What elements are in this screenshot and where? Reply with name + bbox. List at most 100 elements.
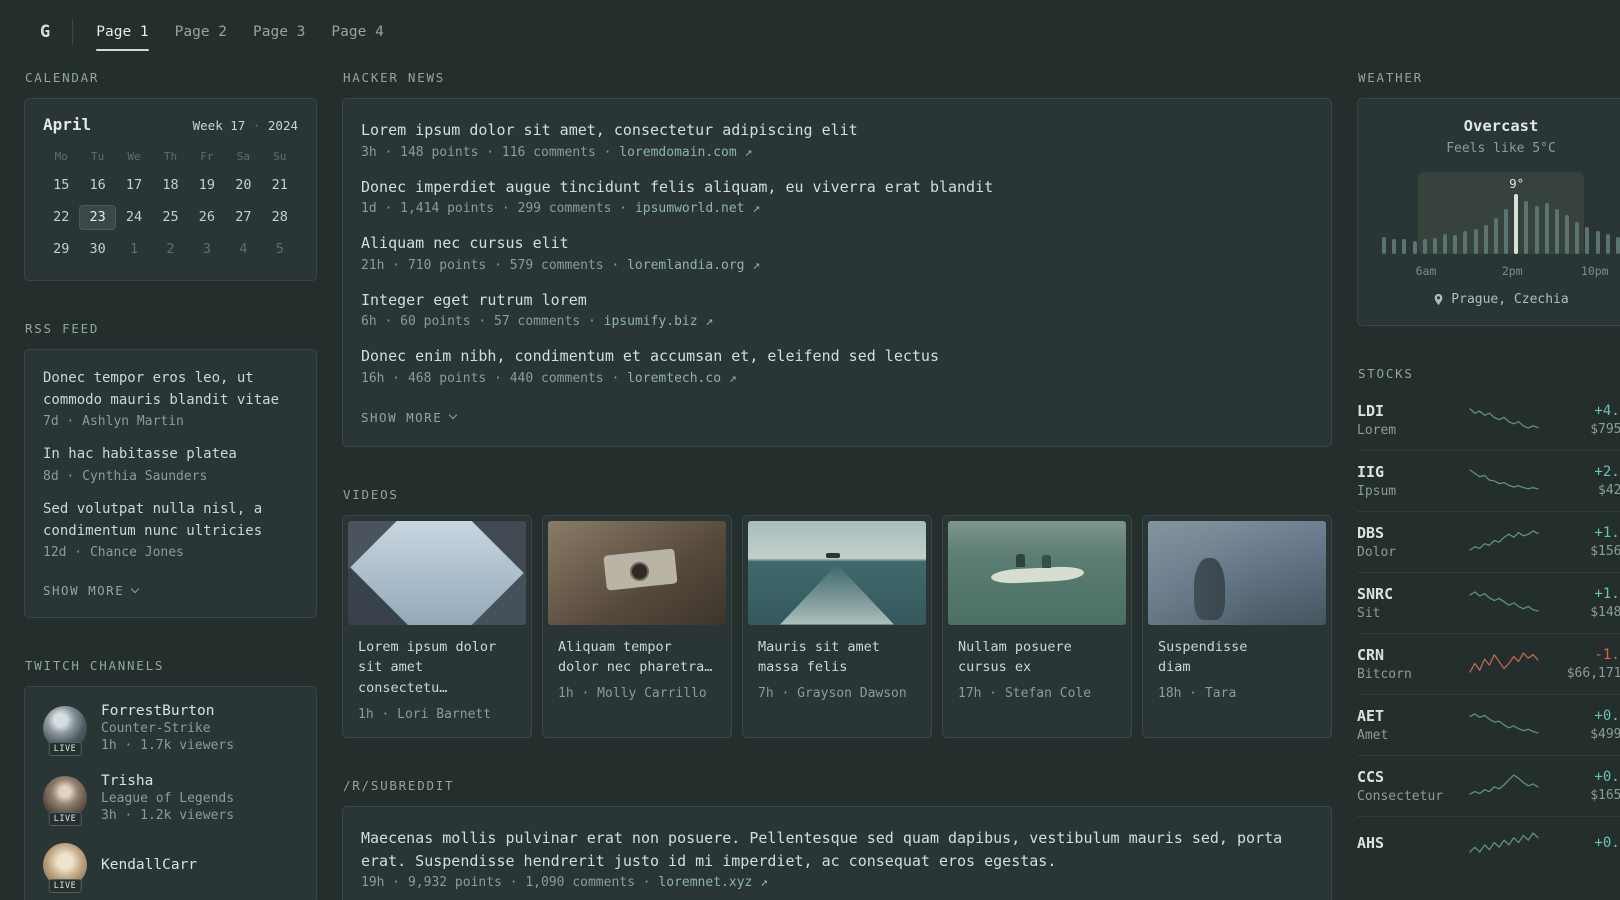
video-card[interactable]: Lorem ipsum dolor sit amet consectetu… 1h… <box>342 514 532 739</box>
temperature-bar <box>1585 227 1590 254</box>
calendar-card: April Week 17 · 2024 Mo Tu We Th Fr Sa Su 15 16… <box>24 98 317 281</box>
temperature-bar <box>1554 209 1559 254</box>
rss-item-title[interactable]: In hac habitasse platea <box>43 444 298 466</box>
stock-row[interactable]: SNRC Sit +1.36% $148.64 <box>1357 572 1620 633</box>
hackernews-source-link[interactable]: ipsumify.biz <box>604 314 698 329</box>
hackernews-item: Lorem ipsum dolor sit amet, consectetur … <box>361 119 1313 160</box>
stock-row[interactable]: DBS Dolor +1.42% $156.28 <box>1357 511 1620 572</box>
tab-page-1[interactable]: Page 1 <box>83 16 161 51</box>
stock-row[interactable]: CRN Bitcorn -1.00% $66,171.48 <box>1357 633 1620 694</box>
stock-ticker: AHS <box>1357 833 1385 852</box>
stock-row[interactable]: AHS +0.46% <box>1357 816 1620 871</box>
channel-info: KendallCarr <box>101 857 197 873</box>
dashboard-grid: CALENDAR April Week 17 · 2024 Mo Tu We Th Fr… <box>0 58 1620 900</box>
temperature-bar <box>1605 234 1610 254</box>
calendar-header: April Week 17 · 2024 <box>43 115 298 134</box>
stock-name: Lorem <box>1357 423 1397 438</box>
hackernews-source-link[interactable]: loremdomain.com <box>619 145 736 160</box>
channel-name[interactable]: Trisha <box>101 773 234 789</box>
hackernews-source-link[interactable]: loremlandia.org <box>627 258 744 273</box>
temperature-bar <box>1615 237 1620 254</box>
video-card[interactable]: Nullam posuere cursus ex 17h · Stefan Col… <box>942 514 1132 739</box>
hackernews-item-title[interactable]: Donec imperdiet augue tincidunt felis al… <box>361 176 1313 199</box>
channel-meta: 1h · 1.7k viewers <box>101 738 235 754</box>
hackernews-item: Aliquam nec cursus elit 21h · 710 points … <box>361 232 1313 273</box>
rss-show-more-button[interactable]: SHOW MORE <box>43 583 140 598</box>
channel-info: ForrestBurton Counter-Strike 1h · 1.7k vie… <box>101 703 234 753</box>
stock-identity: DBS Dolor <box>1357 524 1469 560</box>
stock-name: Sit <box>1357 606 1381 621</box>
stock-row[interactable]: LDI Lorem +4.35% $795.18 <box>1357 390 1620 450</box>
hackernews-item-title[interactable]: Integer eget rutrum lorem <box>361 289 1313 312</box>
rss-item-title[interactable]: Donec tempor eros leo, ut commodo mauris… <box>43 368 298 411</box>
video-card[interactable]: Mauris sit amet massa felis 7h · Grayson … <box>742 514 932 739</box>
stock-ticker: DBS <box>1357 524 1385 542</box>
calendar-day: 19 <box>198 177 216 193</box>
video-meta: 18h · Tara <box>1158 686 1237 702</box>
video-card[interactable]: Aliquam tempor dolor nec pharetra… 1h · M… <box>542 514 732 739</box>
temperature-bar <box>1402 239 1407 254</box>
hackernews-item-meta: 1d · 1,414 points · 299 comments · ipsum… <box>361 201 1313 216</box>
rss-widget: RSS FEED Donec tempor eros leo, ut commo… <box>24 321 317 619</box>
hackernews-item-title[interactable]: Lorem ipsum dolor sit amet, consectetur … <box>361 119 1313 142</box>
stocks-list: LDI Lorem +4.35% $795.18 IIG Ipsum +2.84% $42.0… <box>1357 390 1620 871</box>
calendar-day: 30 <box>89 241 106 257</box>
stock-price: $165.84 <box>1590 788 1620 803</box>
temperature-bar <box>1575 222 1580 254</box>
subreddit-item-title[interactable]: Maecenas mollis pulvinar erat non posuer… <box>361 827 1313 872</box>
app-logo[interactable]: G <box>40 19 74 45</box>
video-title: Aliquam tempor dolor nec pharetra… <box>558 638 713 676</box>
temperature-bars <box>1382 194 1620 254</box>
video-card[interactable]: Suspendisse diam 18h · Tara <box>1142 514 1332 739</box>
right-column: WEATHER Overcast Feels like 5°C 9° 6am 2pm… <box>1357 70 1620 900</box>
twitch-channel[interactable]: LIVE Trisha League of Legends 3h · 1.2k vie… <box>43 773 298 827</box>
calendar-day-header: Tu <box>91 150 105 163</box>
rss-item-meta: 12d · Chance Jones <box>43 545 184 561</box>
calendar-day-selected: 23 <box>79 205 116 230</box>
hackernews-item-title[interactable]: Aliquam nec cursus elit <box>361 232 1313 255</box>
calendar-day: 21 <box>271 177 288 193</box>
calendar-day: 3 <box>202 241 211 257</box>
post-meta-text: 21h · 710 points · 579 comments · <box>361 257 628 273</box>
stock-ticker: IIG <box>1357 463 1385 481</box>
videos-widget: VIDEOS Lorem ipsum dolor sit amet consec… <box>342 487 1332 739</box>
tab-page-3[interactable]: Page 3 <box>240 16 318 48</box>
subreddit-source-link[interactable]: loremnet.xyz <box>658 875 752 890</box>
calendar-day: 24 <box>125 209 143 225</box>
video-meta: 17h · Stefan Cole <box>958 686 1092 702</box>
stock-values: -1.00% $66,171.48 <box>1567 647 1620 681</box>
hackernews-show-more-button[interactable]: SHOW MORE <box>361 410 458 425</box>
tab-page-4[interactable]: Page 4 <box>318 16 396 48</box>
stock-row[interactable]: IIG Ipsum +2.84% $42.04 <box>1357 450 1620 511</box>
channel-name[interactable]: KendallCarr <box>101 857 197 873</box>
stock-change: +1.42% <box>1594 525 1620 541</box>
canoe-fishing-thumbnail <box>948 520 1126 625</box>
weather-card: Overcast Feels like 5°C 9° 6am 2pm 10pm Pra… <box>1357 98 1620 326</box>
live-badge: LIVE <box>48 879 82 894</box>
channel-name[interactable]: ForrestBurton <box>101 703 234 719</box>
rss-item-title[interactable]: Sed volutpat nulla nisl, a condimentum n… <box>43 499 298 542</box>
temperature-bar <box>1565 215 1570 254</box>
twitch-card: LIVE ForrestBurton Counter-Strike 1h · 1.7k… <box>24 686 317 900</box>
hackernews-item-title[interactable]: Donec enim nibh, condimentum et accumsan… <box>361 345 1313 368</box>
camera-hands-thumbnail <box>548 520 726 625</box>
tab-page-2[interactable]: Page 2 <box>162 16 240 48</box>
time-label: 10pm <box>1580 264 1609 278</box>
location-pin-icon <box>1434 294 1443 305</box>
hackernews-source-link[interactable]: loremtech.co <box>627 371 721 386</box>
time-label: 6am <box>1415 264 1437 278</box>
hackernews-item-meta: 3h · 148 points · 116 comments · loremdo… <box>361 145 1313 160</box>
hackernews-source-link[interactable]: ipsumworld.net <box>635 201 745 216</box>
calendar-day-header: Su <box>273 150 287 163</box>
stock-row[interactable]: CCS Consectetur +0.51% $165.84 <box>1357 755 1620 816</box>
stock-sparkline <box>1469 710 1539 740</box>
stock-values: +0.51% $165.84 <box>1590 769 1620 803</box>
sky-cross-thumbnail <box>348 520 526 625</box>
stock-row[interactable]: AET Amet +0.92% $499.72 <box>1357 694 1620 755</box>
twitch-channel[interactable]: LIVE KendallCarr <box>43 843 298 894</box>
external-link-icon: ↗ <box>744 201 761 216</box>
twitch-channel[interactable]: LIVE ForrestBurton Counter-Strike 1h · 1.7k… <box>43 703 298 757</box>
calendar-day-header: Sa <box>236 150 250 163</box>
channel-category: Counter-Strike <box>101 721 211 737</box>
left-column: CALENDAR April Week 17 · 2024 Mo Tu We Th Fr… <box>24 70 317 900</box>
